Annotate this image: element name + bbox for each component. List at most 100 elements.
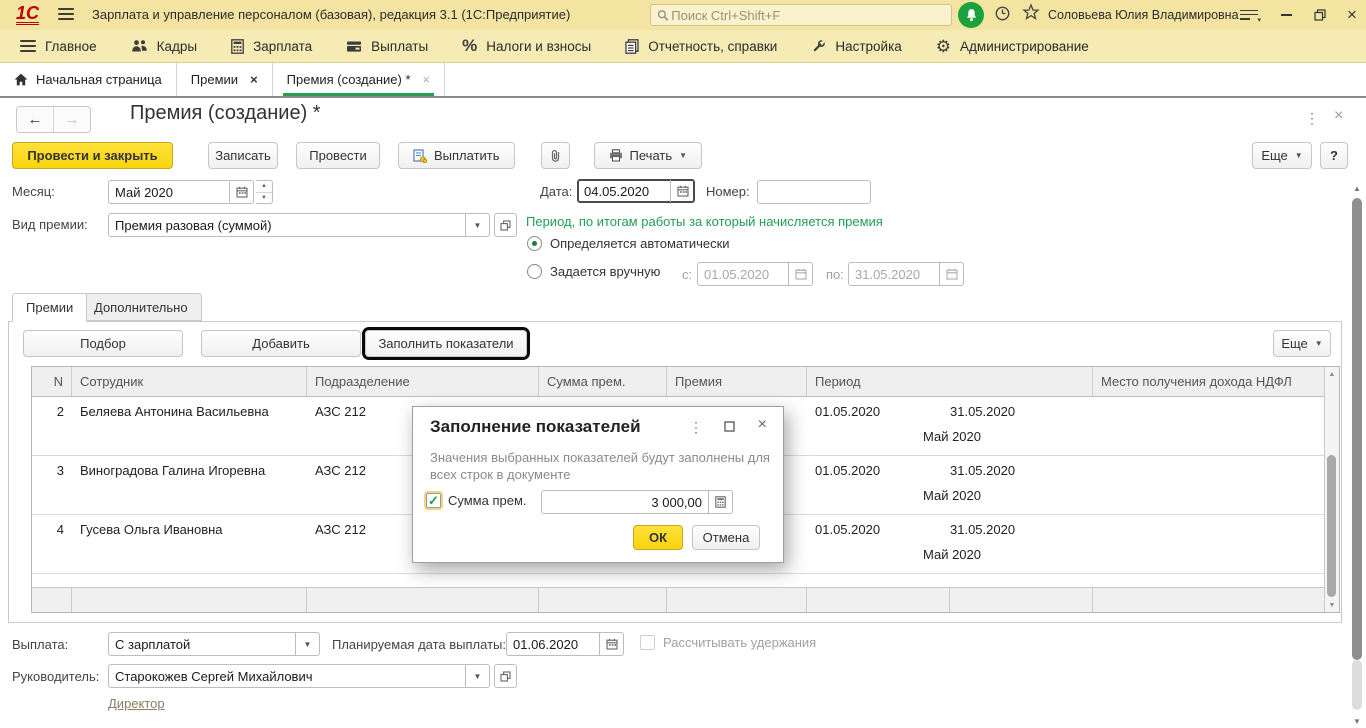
dropdown-icon[interactable]: ▼ xyxy=(295,633,319,655)
payout-input[interactable] xyxy=(109,633,295,655)
withhold-checkbox-option[interactable]: Рассчитывать удержания xyxy=(640,635,816,650)
col-premium[interactable]: Премия xyxy=(667,367,807,396)
period-from-input[interactable] xyxy=(698,263,788,285)
manager-input[interactable] xyxy=(109,665,465,687)
col-n[interactable]: N xyxy=(32,367,72,396)
form-menu-kebab-icon[interactable]: ⋮ xyxy=(1305,110,1319,127)
col-amount[interactable]: Сумма прем. xyxy=(539,367,667,396)
scroll-down-icon[interactable]: ▼ xyxy=(1351,715,1363,727)
menu-item-main[interactable]: Главное xyxy=(20,37,97,55)
number-field[interactable] xyxy=(757,180,871,204)
tab-home[interactable]: Начальная страница xyxy=(0,63,177,96)
service-menu-icon[interactable]: ▾ xyxy=(1240,7,1258,22)
minimize-button[interactable] xyxy=(1272,0,1300,30)
planned-date-input[interactable] xyxy=(507,633,599,655)
date-input[interactable] xyxy=(578,180,670,202)
scroll-track[interactable] xyxy=(1352,660,1362,710)
step-up-icon[interactable]: ▲ xyxy=(256,181,272,193)
notifications-button[interactable] xyxy=(958,2,984,28)
attachments-button[interactable] xyxy=(541,142,570,169)
dropdown-icon[interactable]: ▼ xyxy=(465,665,489,687)
open-manager-button[interactable] xyxy=(494,664,517,688)
payout-field[interactable]: ▼ xyxy=(108,632,320,656)
amount-field[interactable] xyxy=(541,490,733,514)
save-button[interactable]: Записать xyxy=(208,142,278,169)
number-input[interactable] xyxy=(758,181,870,203)
calendar-icon[interactable] xyxy=(599,633,623,655)
scroll-thumb[interactable] xyxy=(1327,455,1336,597)
month-input[interactable] xyxy=(109,181,229,203)
menu-item-salary[interactable]: Зарплата xyxy=(231,39,312,54)
col-department[interactable]: Подразделение xyxy=(307,367,539,396)
close-window-button[interactable]: × xyxy=(1338,0,1366,30)
scroll-thumb[interactable] xyxy=(1352,198,1362,660)
post-and-close-button[interactable]: Провести и закрыть xyxy=(12,142,173,169)
post-button[interactable]: Провести xyxy=(296,142,380,169)
main-menu-icon[interactable] xyxy=(58,5,74,23)
history-icon[interactable] xyxy=(994,5,1011,22)
period-from-field[interactable] xyxy=(697,262,813,286)
col-employee[interactable]: Сотрудник xyxy=(72,367,307,396)
add-row-button[interactable]: Добавить xyxy=(201,330,361,357)
scroll-down-icon[interactable]: ▼ xyxy=(1325,598,1339,612)
scroll-up-icon[interactable]: ▲ xyxy=(1351,182,1363,194)
radio-manual-option[interactable]: Задается вручную xyxy=(527,264,660,279)
manager-position-link[interactable]: Директор xyxy=(108,696,165,711)
pay-button[interactable]: Выплатить xyxy=(398,142,515,169)
premium-kind-field[interactable]: ▼ xyxy=(108,213,490,237)
form-more-button[interactable]: Еще ▼ xyxy=(1252,142,1312,169)
global-search[interactable] xyxy=(650,4,952,26)
form-scrollbar[interactable]: ▲ ▼ xyxy=(1351,182,1363,727)
col-period[interactable]: Период xyxy=(807,367,1093,396)
menu-item-settings[interactable]: Настройка xyxy=(811,39,901,54)
checkbox-unchecked-icon[interactable] xyxy=(640,635,655,650)
close-tab-icon[interactable]: × xyxy=(250,72,258,87)
dropdown-icon[interactable]: ▼ xyxy=(465,214,489,236)
menu-item-taxes[interactable]: % Налоги и взносы xyxy=(462,36,591,56)
form-close-icon[interactable]: × xyxy=(1334,107,1343,125)
menu-item-reports[interactable]: Отчетность, справки xyxy=(625,39,777,54)
radio-selected-icon[interactable] xyxy=(527,236,542,251)
menu-item-personnel[interactable]: Кадры xyxy=(131,39,197,54)
planned-date-field[interactable] xyxy=(506,632,624,656)
menu-item-administration[interactable]: ⚙ Администрирование xyxy=(936,38,1089,55)
amount-input[interactable] xyxy=(542,491,708,513)
dialog-menu-kebab-icon[interactable]: ⋮ xyxy=(689,420,703,434)
tab-premium-creation[interactable]: Премия (создание) * × xyxy=(273,63,445,96)
back-button[interactable]: ← xyxy=(17,107,54,132)
fill-indicators-button[interactable]: Заполнить показатели xyxy=(365,330,527,357)
step-down-icon[interactable]: ▼ xyxy=(256,193,272,204)
premium-kind-input[interactable] xyxy=(109,214,465,236)
scroll-up-icon[interactable]: ▲ xyxy=(1325,367,1339,381)
radio-auto-option[interactable]: Определяется автоматически xyxy=(527,236,730,251)
open-premium-kind-button[interactable] xyxy=(494,213,517,237)
amount-checkbox-option[interactable]: ✓ Сумма прем. xyxy=(426,493,527,508)
checkbox-checked-icon[interactable]: ✓ xyxy=(426,493,441,508)
radio-unselected-icon[interactable] xyxy=(527,264,542,279)
calendar-icon[interactable] xyxy=(229,181,253,203)
tab-premiums[interactable]: Премии xyxy=(12,293,87,322)
dialog-close-icon[interactable]: × xyxy=(758,418,767,432)
restore-button[interactable] xyxy=(1306,0,1334,30)
manager-field[interactable]: ▼ xyxy=(108,664,490,688)
calculator-icon[interactable] xyxy=(708,491,732,513)
table-more-button[interactable]: Еще ▼ xyxy=(1273,330,1331,357)
close-tab-icon[interactable]: × xyxy=(423,72,431,87)
tab-premiums-list[interactable]: Премии × xyxy=(177,63,273,96)
dialog-ok-button[interactable]: ОК xyxy=(633,525,683,550)
favorites-star-icon[interactable] xyxy=(1022,3,1040,21)
tab-additional[interactable]: Дополнительно xyxy=(80,293,202,321)
table-scrollbar[interactable]: ▲ ▼ xyxy=(1324,367,1339,612)
current-user-name[interactable]: Соловьева Юлия Владимировна xyxy=(1048,8,1239,22)
date-field[interactable] xyxy=(577,179,695,203)
col-ndfl-place[interactable]: Место получения дохода НДФЛ xyxy=(1093,367,1325,396)
pick-employees-button[interactable]: Подбор xyxy=(23,330,183,357)
help-button[interactable]: ? xyxy=(1320,142,1348,169)
dialog-cancel-button[interactable]: Отмена xyxy=(692,525,760,550)
forward-button[interactable]: → xyxy=(54,107,90,132)
print-button[interactable]: Печать ▼ xyxy=(594,142,703,169)
menu-item-payments[interactable]: Выплаты xyxy=(346,39,428,54)
month-stepper[interactable]: ▲ ▼ xyxy=(256,180,273,204)
month-field[interactable] xyxy=(108,180,254,204)
period-to-field[interactable] xyxy=(848,262,964,286)
